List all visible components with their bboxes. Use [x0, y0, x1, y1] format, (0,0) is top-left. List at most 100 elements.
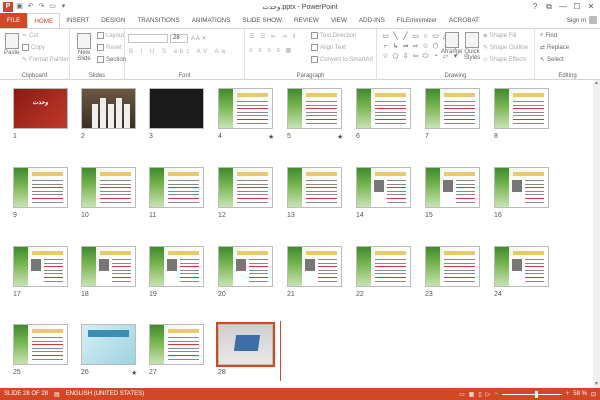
- slide-thumbnail[interactable]: [81, 167, 136, 208]
- slide-thumbnail[interactable]: [425, 167, 480, 208]
- slide-thumbnail[interactable]: [13, 324, 68, 365]
- normal-view-icon[interactable]: ▭: [459, 391, 465, 398]
- scroll-up-icon[interactable]: ▲: [593, 80, 600, 87]
- proofing-icon[interactable]: ▤: [54, 391, 60, 398]
- fit-slide-icon[interactable]: ⊡: [591, 391, 596, 398]
- slide-thumbnail[interactable]: [356, 246, 411, 287]
- slide-thumbnail[interactable]: [149, 324, 204, 365]
- slide-thumbnail[interactable]: [218, 88, 273, 129]
- shape-effects-button[interactable]: ◇ Shape Effects: [483, 56, 527, 64]
- sign-in-link[interactable]: Sign in: [567, 13, 586, 28]
- ribbon-display-options-button[interactable]: ⧉: [542, 0, 556, 13]
- reset-button[interactable]: Reset: [97, 44, 122, 51]
- tab-slide-show[interactable]: SLIDE SHOW: [236, 13, 288, 28]
- slide-thumbnail[interactable]: [149, 246, 204, 287]
- font-style-buttons[interactable]: B I U S abc AV Aa: [129, 49, 228, 55]
- section-button[interactable]: Section: [97, 56, 126, 63]
- align-text-button[interactable]: Align Text: [311, 44, 346, 51]
- slide-thumbnail[interactable]: [216, 322, 275, 367]
- slideshow-view-icon[interactable]: ▷: [486, 391, 491, 398]
- slide-thumbnail[interactable]: [287, 167, 342, 208]
- slide-thumbnail[interactable]: [356, 167, 411, 208]
- slide-thumbnail[interactable]: [218, 246, 273, 287]
- zoom-in-icon[interactable]: +: [566, 391, 570, 397]
- reading-view-icon[interactable]: ▯: [478, 391, 481, 398]
- font-size-input[interactable]: 28: [170, 34, 188, 43]
- maximize-button[interactable]: ☐: [570, 0, 584, 13]
- language-indicator[interactable]: ENGLISH (UNITED STATES): [66, 391, 144, 397]
- tab-review[interactable]: REVIEW: [288, 13, 325, 28]
- text-direction-button[interactable]: Text Direction: [311, 32, 356, 39]
- quick-styles-button[interactable]: Quick Styles: [461, 32, 483, 61]
- scroll-down-icon[interactable]: ▼: [593, 381, 600, 388]
- powerpoint-app-icon[interactable]: P: [3, 1, 13, 12]
- copy-button[interactable]: Copy: [22, 44, 45, 51]
- leaf-decoration: [14, 325, 28, 364]
- slide-thumbnail[interactable]: [287, 88, 342, 129]
- zoom-level[interactable]: 58 %: [573, 391, 587, 397]
- paste-button[interactable]: Paste: [4, 33, 19, 56]
- redo-icon[interactable]: ↷: [37, 2, 46, 11]
- shape-fill-button[interactable]: ◈ Shape Fill: [483, 32, 516, 40]
- slide-thumbnail[interactable]: [494, 246, 549, 287]
- tab-add-ins[interactable]: ADD-INS: [353, 13, 391, 28]
- new-slide-button[interactable]: New Slide: [73, 33, 95, 62]
- tab-insert[interactable]: INSERT: [60, 13, 95, 28]
- save-icon[interactable]: ▣: [15, 2, 24, 11]
- account-avatar-icon[interactable]: [589, 16, 597, 24]
- zoom-slider-thumb[interactable]: [535, 390, 539, 398]
- text-line: [375, 108, 406, 110]
- zoom-slider[interactable]: [501, 390, 562, 398]
- slide-thumbnail[interactable]: [13, 246, 68, 287]
- tab-fileminimizer[interactable]: FILEminimizer: [391, 13, 443, 28]
- tab-animations[interactable]: ANIMATIONS: [186, 13, 237, 28]
- list-buttons[interactable]: ☰ ☰ ⇤ ⇥ ‖: [249, 33, 297, 40]
- slide-thumbnail[interactable]: [149, 167, 204, 208]
- grow-font-icon[interactable]: A A ✕: [191, 35, 206, 42]
- transition-star-icon[interactable]: ★: [337, 133, 343, 141]
- font-name-input[interactable]: [128, 34, 168, 43]
- slide-thumbnail[interactable]: [81, 88, 136, 129]
- slide-thumbnail[interactable]: [425, 246, 480, 287]
- help-button[interactable]: ?: [528, 0, 542, 13]
- slide-thumbnail[interactable]: [287, 246, 342, 287]
- align-buttons[interactable]: ≡ ≡ ≡ ≡ ▦: [249, 47, 293, 54]
- minimize-button[interactable]: —: [556, 0, 570, 13]
- slide-thumbnail[interactable]: [218, 167, 273, 208]
- transition-star-icon[interactable]: ★: [131, 369, 137, 377]
- tab-transitions[interactable]: TRANSITIONS: [131, 13, 185, 28]
- shape-outline-button[interactable]: ✎ Shape Outline: [483, 44, 528, 52]
- format-painter-button[interactable]: ✎ Format Painter: [22, 56, 69, 64]
- tab-file[interactable]: FILE: [0, 13, 28, 28]
- slide-thumbnail[interactable]: [13, 167, 68, 208]
- start-slideshow-icon[interactable]: ▭: [48, 2, 57, 11]
- convert-smartart-button[interactable]: Convert to SmartArt: [311, 56, 373, 63]
- arrange-button[interactable]: Arrange: [441, 32, 462, 55]
- find-button[interactable]: ⌕ Find: [540, 32, 557, 39]
- layout-button[interactable]: Layout: [97, 32, 124, 39]
- tab-design[interactable]: DESIGN: [95, 13, 131, 28]
- slide-thumbnail[interactable]: [81, 324, 136, 365]
- tab-view[interactable]: VIEW: [325, 13, 353, 28]
- tab-acrobat[interactable]: ACROBAT: [443, 13, 485, 28]
- slide-thumbnail[interactable]: [425, 88, 480, 129]
- replace-button[interactable]: ⇄ Replace: [540, 44, 569, 52]
- slide-thumbnail[interactable]: [149, 88, 204, 129]
- close-button[interactable]: ✕: [584, 0, 598, 13]
- cut-button[interactable]: ✂ Cut: [22, 32, 38, 40]
- slide-thumbnail[interactable]: وحدت: [13, 88, 68, 129]
- undo-icon[interactable]: ↶: [26, 2, 35, 11]
- select-button[interactable]: ↖ Select: [540, 56, 564, 64]
- slide-sorter-view-icon[interactable]: ▦: [469, 391, 475, 398]
- slide-thumbnail[interactable]: [494, 167, 549, 208]
- slide-thumbnail[interactable]: [494, 88, 549, 129]
- slide-heading-bar: [306, 93, 337, 97]
- vertical-scrollbar[interactable]: ▲ ▼: [593, 80, 600, 388]
- slide-sorter[interactable]: وحدت 1 2 3 4 ★ 5 ★ 6 7 8 9 10 11 12 13 14 15 16 17 18 19 20 21 2…: [0, 80, 600, 388]
- slide-thumbnail[interactable]: [81, 246, 136, 287]
- tab-home[interactable]: HOME: [27, 13, 61, 28]
- zoom-out-icon[interactable]: −: [494, 391, 498, 397]
- slide-thumbnail[interactable]: [356, 88, 411, 129]
- transition-star-icon[interactable]: ★: [268, 133, 274, 141]
- customize-qat-icon[interactable]: ▾: [59, 2, 68, 11]
